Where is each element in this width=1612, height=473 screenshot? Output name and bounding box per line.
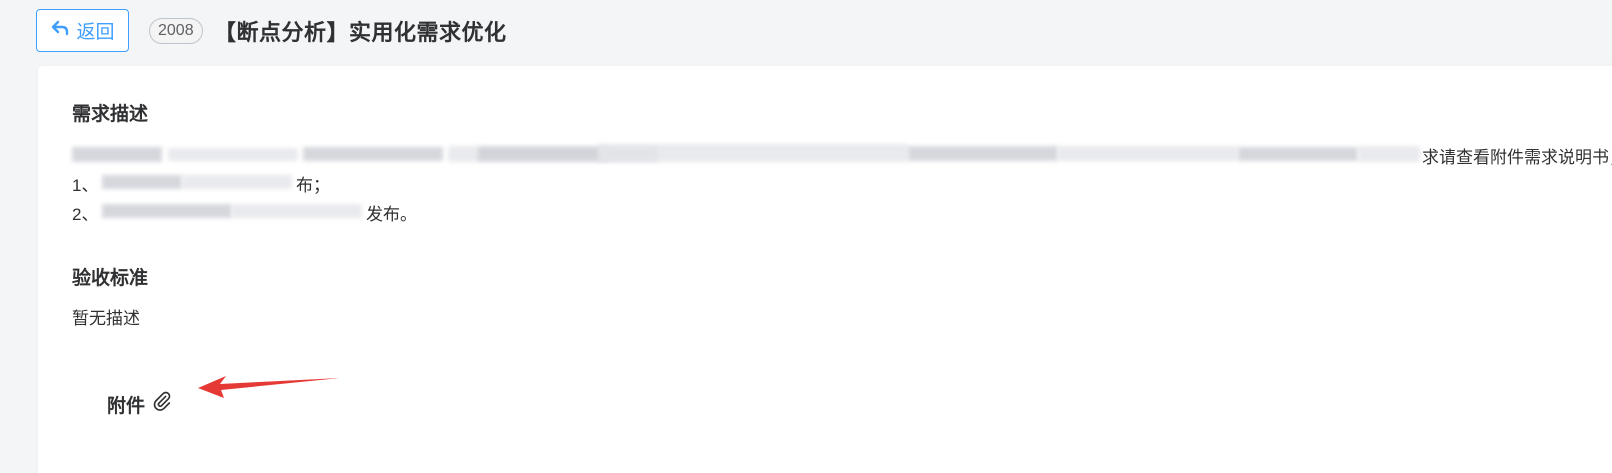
acceptance-heading: 验收标准 xyxy=(72,268,149,289)
redacted-text xyxy=(908,146,1058,161)
requirement-heading: 需求描述 xyxy=(72,104,149,125)
paperclip-icon[interactable] xyxy=(151,390,173,418)
requirement-line-3-prefix: 2、 xyxy=(72,205,99,224)
requirement-line-2-suffix: 布； xyxy=(296,176,330,195)
id-badge: 2008 xyxy=(149,18,203,44)
redacted-text xyxy=(232,204,362,218)
page-title: 【断点分析】实用化需求优化 xyxy=(214,20,507,45)
redacted-text xyxy=(72,147,162,162)
attachment-label: 附件 xyxy=(107,395,146,417)
redacted-text xyxy=(102,175,182,189)
redacted-text xyxy=(598,144,908,162)
back-button[interactable]: 返回 xyxy=(36,9,129,52)
redacted-text xyxy=(1238,147,1358,161)
page-header: 返回 2008 【断点分析】实用化需求优化 xyxy=(0,0,1612,66)
redacted-text xyxy=(102,204,232,218)
requirement-line-3-suffix: 发布。 xyxy=(366,205,417,224)
redacted-text xyxy=(1058,146,1238,161)
redacted-text xyxy=(168,148,298,161)
redacted-text xyxy=(303,147,443,161)
annotation-arrow xyxy=(198,376,340,398)
attachment-section[interactable]: 附件 xyxy=(107,390,173,418)
redacted-text xyxy=(1358,146,1420,162)
requirement-line-1-tail: 求请查看附件需求说明书，要求 xyxy=(1422,148,1612,167)
acceptance-text: 暂无描述 xyxy=(72,309,140,328)
back-arrow-icon xyxy=(50,18,70,44)
detail-card: 需求描述 求请查看附件需求说明书，要求 1、 布； 2、 发布。 验收标准 暂无… xyxy=(38,66,1612,473)
requirement-line-2-prefix: 1、 xyxy=(72,176,99,195)
redacted-text xyxy=(182,175,292,189)
back-button-label: 返回 xyxy=(76,22,115,43)
